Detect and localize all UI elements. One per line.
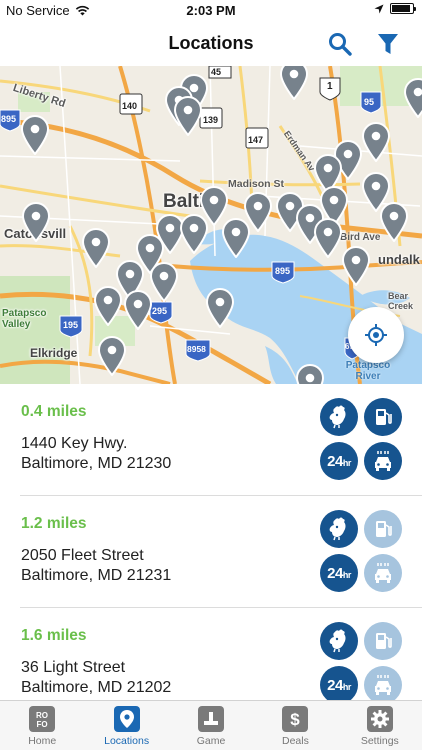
- svg-text:FO: FO: [37, 720, 48, 729]
- search-icon: [329, 33, 352, 56]
- location-pin[interactable]: [380, 202, 408, 242]
- location-list-item[interactable]: 1.2 miles 2050 Fleet Street Baltimore, M…: [20, 496, 422, 608]
- location-arrow-icon: [374, 4, 384, 13]
- tab-home[interactable]: RO FO Home: [0, 701, 84, 750]
- location-pin[interactable]: [21, 115, 49, 155]
- 24-hour-icon: 24hr: [320, 554, 358, 592]
- game-icon: [198, 706, 225, 732]
- location-pin[interactable]: [280, 66, 308, 100]
- location-pin[interactable]: [98, 336, 126, 376]
- gear-icon: [366, 706, 393, 732]
- status-time: 2:03 PM: [186, 3, 236, 18]
- location-list[interactable]: 0.4 miles 1440 Key Hwy. Baltimore, MD 21…: [0, 384, 422, 700]
- map-label-dundalk: undalk: [378, 252, 420, 267]
- location-pin[interactable]: [94, 286, 122, 326]
- svg-text:$: $: [291, 710, 301, 729]
- 24-hour-icon: 24hr: [320, 442, 358, 480]
- location-street: 1440 Key Hwy.: [21, 435, 128, 452]
- location-pin[interactable]: [222, 218, 250, 258]
- chicken-icon: [320, 622, 358, 660]
- 24-hour-icon: 24hr: [320, 666, 358, 700]
- location-list-item[interactable]: 1.6 miles 36 Light Street Baltimore, MD …: [20, 608, 422, 700]
- map-label-patapsco-river: Patapsco River: [345, 360, 391, 382]
- location-list-item[interactable]: 0.4 miles 1440 Key Hwy. Baltimore, MD 21…: [20, 384, 422, 496]
- location-city: Baltimore, MD 21231: [21, 567, 172, 584]
- amenity-icons: 24hr: [320, 510, 402, 592]
- shield-label: 147: [248, 135, 264, 145]
- location-city: Baltimore, MD 21202: [21, 679, 172, 696]
- tab-settings[interactable]: Settings: [338, 701, 422, 750]
- shield-label: 295: [152, 306, 168, 316]
- shield-label: 1: [327, 81, 333, 92]
- amenity-icons: 24hr: [320, 622, 402, 700]
- location-pin[interactable]: [314, 218, 342, 258]
- location-pin[interactable]: [22, 202, 50, 242]
- tab-label: Deals: [281, 735, 309, 747]
- location-pin[interactable]: [150, 262, 178, 302]
- location-pin[interactable]: [124, 290, 152, 330]
- car-wash-icon: [364, 554, 402, 592]
- shield-label: 45: [211, 67, 222, 77]
- tab-deals[interactable]: $ Deals: [253, 701, 337, 750]
- location-distance: 1.6 miles: [21, 627, 87, 644]
- chicken-icon: [320, 510, 358, 548]
- location-pin[interactable]: [296, 364, 324, 384]
- map-label-bird-ave: Bird Ave: [340, 232, 381, 243]
- location-pin[interactable]: [82, 228, 110, 268]
- shield-label: 139: [203, 115, 219, 125]
- tab-label: Home: [28, 735, 57, 747]
- rofo-logo-icon: RO FO: [29, 706, 56, 732]
- fuel-pump-icon: [364, 510, 402, 548]
- shield-label: 195: [63, 320, 79, 330]
- location-pin[interactable]: [404, 78, 422, 118]
- page-title: Locations: [168, 33, 254, 53]
- tab-label: Settings: [360, 735, 399, 747]
- tab-label: Game: [196, 735, 226, 747]
- shield-label: 895: [1, 114, 17, 124]
- svg-text:RO: RO: [36, 711, 48, 720]
- location-city: Baltimore, MD 21230: [21, 455, 172, 472]
- shield-label: 895: [275, 266, 291, 276]
- tab-locations[interactable]: Locations: [84, 701, 168, 750]
- car-wash-icon: [364, 666, 402, 700]
- fuel-pump-icon: [364, 398, 402, 436]
- location-distance: 1.2 miles: [21, 515, 87, 532]
- status-bar: No Service 2:03 PM: [0, 0, 422, 22]
- location-pin[interactable]: [362, 122, 390, 162]
- current-location-button[interactable]: [348, 307, 404, 363]
- dollar-tag-icon: $: [282, 706, 309, 732]
- crosshair-icon: [365, 324, 387, 346]
- battery-icon: [390, 3, 416, 14]
- location-street: 2050 Fleet Street: [21, 547, 144, 564]
- map-label-elkridge: Elkridge: [30, 346, 78, 360]
- map-label-madison-st: Madison St: [228, 178, 285, 190]
- status-right: [374, 3, 416, 14]
- location-pin[interactable]: [180, 214, 208, 254]
- filter-icon: [378, 34, 398, 54]
- amenity-icons: 24hr: [320, 398, 402, 480]
- location-pin[interactable]: [206, 288, 234, 328]
- shield-label: 140: [122, 101, 138, 111]
- location-pin[interactable]: [174, 96, 202, 136]
- location-street: 36 Light Street: [21, 659, 126, 676]
- map-pin-icon: [113, 706, 140, 732]
- tab-label: Locations: [104, 735, 150, 747]
- map-label-patapsco-valley: Patapsco Valley: [2, 308, 47, 330]
- search-button[interactable]: [323, 28, 357, 60]
- tab-bar: RO FO Home Locations Game $ Deals Settin…: [0, 700, 422, 750]
- tab-game[interactable]: Game: [169, 701, 253, 750]
- nav-bar: Locations: [0, 22, 422, 66]
- map-view[interactable]: 45 140 1 95 895 139 147 895 195 8958 295…: [0, 66, 422, 384]
- map-label-bear-creek: Bear Creek: [388, 291, 414, 311]
- filter-button[interactable]: [371, 28, 405, 60]
- fuel-pump-icon: [364, 622, 402, 660]
- shield-label: 95: [364, 97, 375, 107]
- car-wash-icon: [364, 442, 402, 480]
- app-root: No Service 2:03 PM Locations 45 140 1 95…: [0, 0, 422, 750]
- chicken-icon: [320, 398, 358, 436]
- location-distance: 0.4 miles: [21, 403, 87, 420]
- shield-label: 8958: [187, 344, 206, 354]
- location-pin[interactable]: [342, 246, 370, 286]
